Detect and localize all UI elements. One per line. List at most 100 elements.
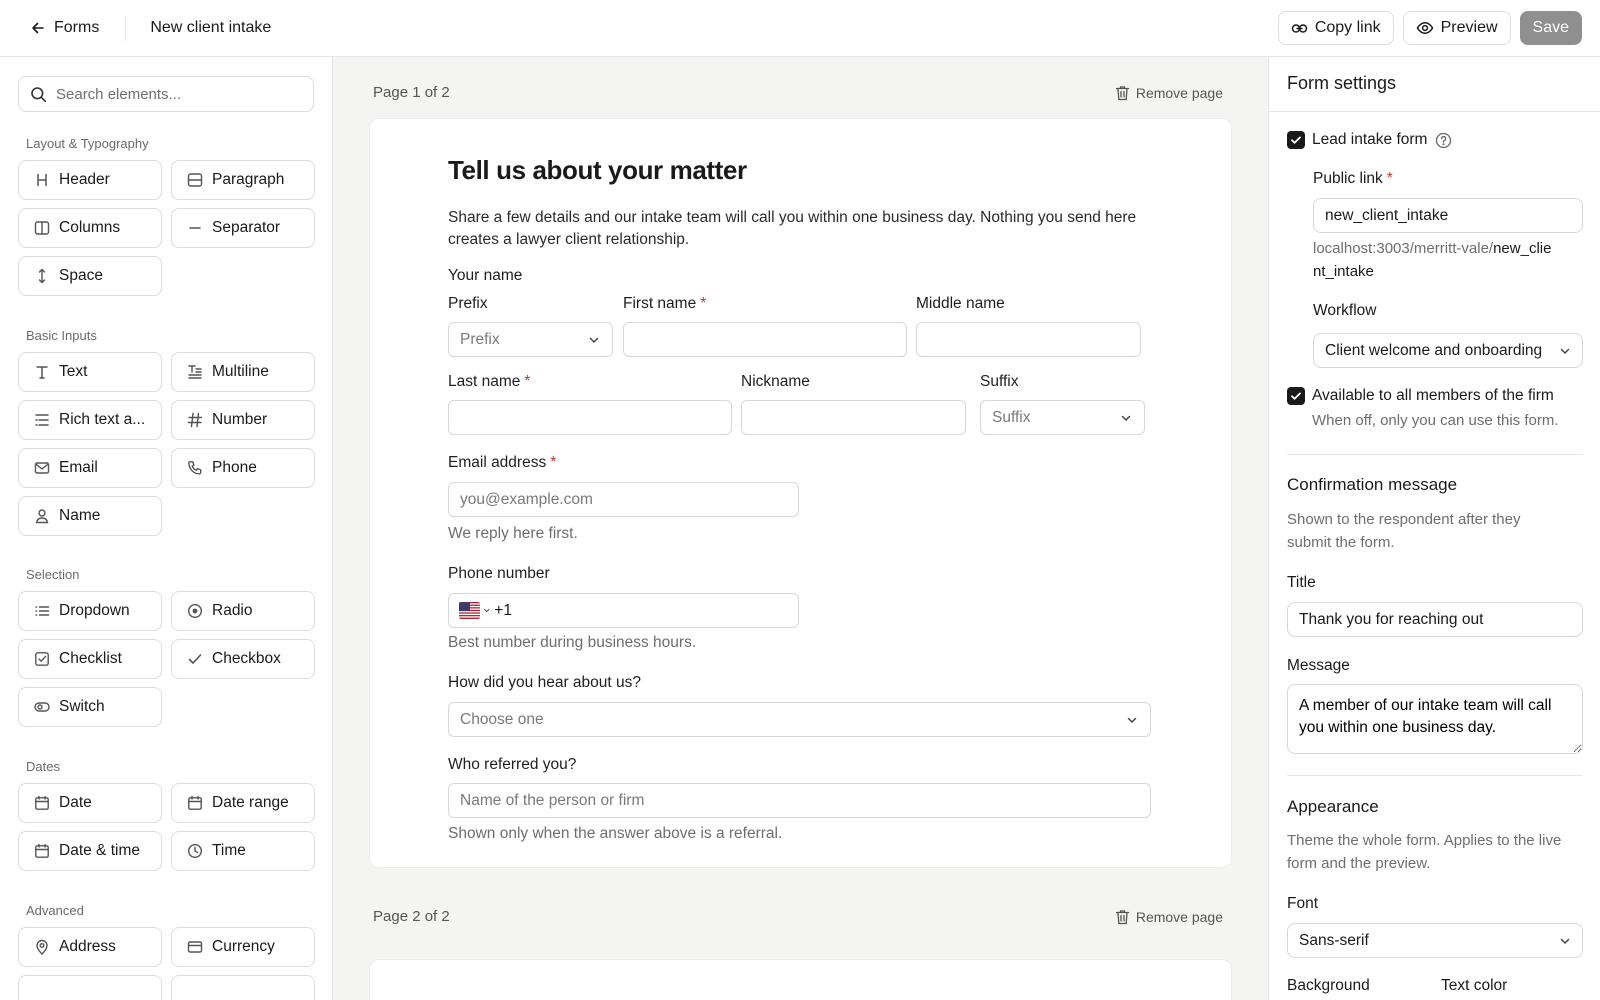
nickname-input[interactable] — [741, 400, 966, 435]
element-multiline[interactable]: Multiline — [171, 352, 315, 392]
element-switch[interactable]: Switch — [18, 687, 162, 727]
save-button[interactable]: Save — [1519, 11, 1582, 45]
preview-label: Preview — [1440, 19, 1498, 36]
element-date[interactable]: Date — [18, 783, 162, 823]
last-name-field[interactable] — [460, 408, 731, 427]
element-label: Header — [59, 171, 110, 188]
element-rich-text[interactable]: Rich text a... — [18, 400, 162, 440]
suffix-placeholder: Suffix — [992, 408, 1031, 426]
element-address[interactable]: Address — [18, 927, 162, 967]
chevron-down-icon — [483, 608, 490, 613]
copy-link-label: Copy link — [1314, 19, 1381, 36]
lead-intake-checkbox[interactable] — [1287, 131, 1305, 149]
element-label: Separator — [212, 219, 281, 236]
back-to-forms-link[interactable]: Forms — [30, 19, 99, 37]
background-color-label: Background — [1287, 977, 1370, 994]
search-elements-field[interactable] — [18, 76, 314, 112]
copy-link-button[interactable]: Copy link — [1277, 11, 1394, 45]
phone-field[interactable] — [515, 601, 798, 620]
chevron-down-icon — [1121, 415, 1131, 421]
element-time[interactable]: Time — [171, 831, 315, 871]
referred-by-field[interactable] — [460, 791, 1150, 810]
settings-title: Form settings — [1287, 73, 1397, 93]
referred-by-label: Who referred you? — [448, 756, 577, 773]
confirmation-message-textarea[interactable]: A member of our intake team will call yo… — [1287, 684, 1583, 754]
phone-label: Phone number — [448, 565, 550, 582]
form-heading: Tell us about your matter — [448, 155, 747, 185]
public-link-field[interactable] — [1325, 206, 1582, 225]
element-label: Currency — [212, 938, 275, 955]
preview-button[interactable]: Preview — [1402, 11, 1511, 45]
referred-by-input[interactable] — [448, 783, 1151, 818]
help-line: submit the form. — [1287, 534, 1395, 551]
your-name-label: Your name — [448, 267, 523, 284]
remove-page-button[interactable]: Remove page — [1115, 85, 1223, 101]
confirmation-title-label: Title — [1287, 574, 1316, 591]
element-label: Multiline — [212, 363, 269, 380]
element-columns[interactable]: Columns — [18, 208, 162, 248]
element-label: Date & time — [59, 842, 140, 859]
email-input[interactable] — [448, 482, 799, 517]
hear-about-select[interactable]: Choose one — [448, 702, 1151, 737]
divider — [1287, 454, 1583, 455]
help-line: form and the preview. — [1287, 855, 1431, 872]
element-checklist[interactable]: Checklist — [18, 639, 162, 679]
available-to-firm-checkbox[interactable] — [1287, 387, 1305, 405]
check-icon — [188, 654, 202, 664]
element-phone[interactable]: Phone — [171, 448, 315, 488]
workflow-select[interactable]: Client welcome and onboarding — [1313, 333, 1583, 368]
toggle-icon — [34, 702, 50, 712]
search-input[interactable] — [56, 85, 286, 103]
element-currency[interactable]: Currency — [171, 927, 315, 967]
referred-help-text: Shown only when the answer above is a re… — [448, 825, 783, 842]
middle-name-field[interactable] — [928, 330, 1140, 349]
suffix-select[interactable]: Suffix — [980, 400, 1145, 435]
element-more[interactable] — [18, 975, 162, 1000]
help-circle-icon[interactable] — [1435, 132, 1452, 149]
element-date-time[interactable]: Date & time — [18, 831, 162, 871]
suffix-label: Suffix — [980, 373, 1019, 390]
element-label: Name — [59, 507, 101, 524]
last-name-input[interactable] — [448, 400, 732, 435]
map-pin-icon — [36, 939, 48, 955]
element-checkbox[interactable]: Checkbox — [171, 639, 315, 679]
element-separator[interactable]: Separator — [171, 208, 315, 248]
page-label: Page 2 of 2 — [373, 908, 450, 925]
us-flag-icon[interactable] — [459, 602, 480, 619]
element-label: Paragraph — [212, 171, 285, 188]
page-2-header: Page 2 of 2 Remove page — [373, 908, 1223, 925]
public-link-input[interactable] — [1313, 198, 1583, 233]
label-text: Last name — [448, 373, 521, 390]
text-color-label: Text color — [1441, 977, 1508, 994]
nickname-field[interactable] — [753, 408, 965, 427]
confirmation-title-field[interactable] — [1299, 610, 1582, 629]
element-email[interactable]: Email — [18, 448, 162, 488]
appearance-help-text: Theme the whole form. Applies to the liv… — [1287, 829, 1561, 875]
element-name[interactable]: Name — [18, 496, 162, 536]
prefix-select[interactable]: Prefix — [448, 322, 613, 357]
element-radio[interactable]: Radio — [171, 591, 315, 631]
element-text[interactable]: Text — [18, 352, 162, 392]
element-number[interactable]: Number — [171, 400, 315, 440]
group-label-basic: Basic Inputs — [26, 328, 97, 343]
remove-page-button[interactable]: Remove page — [1115, 909, 1223, 925]
confirmation-title-input[interactable] — [1287, 602, 1583, 637]
element-dropdown[interactable]: Dropdown — [18, 591, 162, 631]
first-name-field[interactable] — [635, 330, 906, 349]
font-select[interactable]: Sans-serif — [1287, 923, 1583, 958]
radio-icon — [187, 603, 203, 619]
element-space[interactable]: Space — [18, 256, 162, 296]
phone-input[interactable]: +1 — [448, 593, 799, 628]
middle-name-input[interactable] — [916, 322, 1141, 357]
email-field[interactable] — [460, 490, 798, 509]
phone-icon — [188, 461, 202, 475]
first-name-input[interactable] — [623, 322, 907, 357]
element-header[interactable]: Header — [18, 160, 162, 200]
chevron-down-icon — [1560, 938, 1570, 944]
element-date-range[interactable]: Date range — [171, 783, 315, 823]
group-label-dates: Dates — [26, 759, 60, 774]
element-more[interactable] — [171, 975, 315, 1000]
form-title: New client intake — [150, 19, 272, 36]
available-to-firm-label: Available to all members of the firm — [1312, 387, 1554, 404]
element-paragraph[interactable]: Paragraph — [171, 160, 315, 200]
